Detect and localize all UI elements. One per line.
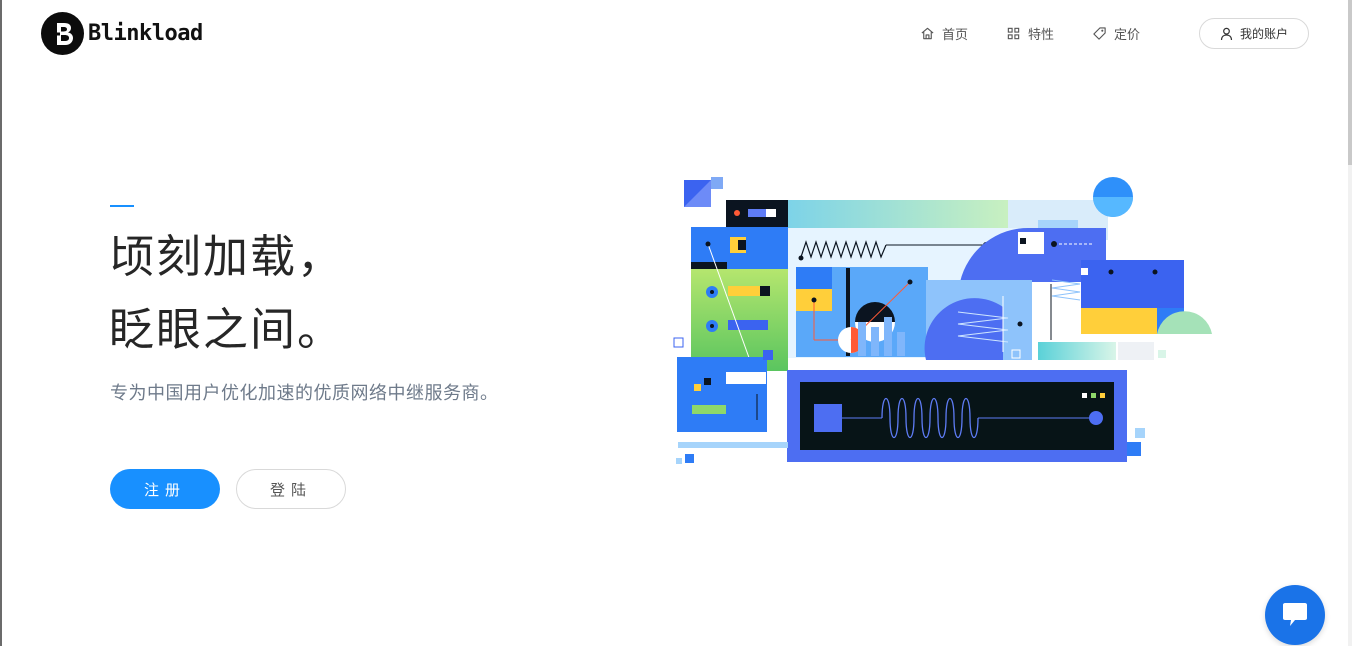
account-button-label: 我的账户 [1239, 27, 1288, 41]
chat-button[interactable] [1265, 585, 1325, 645]
grid-icon [1007, 27, 1020, 39]
nav-features[interactable]: 特性 [1006, 18, 1054, 48]
logo-mark-icon [41, 12, 84, 55]
nav-home[interactable]: 首页 [920, 18, 968, 48]
hero-title-line-1: 顷刻加载， [109, 230, 345, 283]
chat-bubble-icon [1283, 603, 1307, 626]
nav-pricing-label: 定价 [1114, 27, 1141, 43]
nav-pricing[interactable]: 定价 [1092, 18, 1140, 48]
main-nav: 首页 特性 定价 我的账户 [920, 18, 1309, 49]
nav-home-label: 首页 [942, 27, 969, 43]
hero-accent-line [110, 205, 134, 207]
hero-illustration [668, 172, 1220, 472]
logo-text: Blinkload [88, 21, 203, 46]
home-icon [921, 27, 934, 39]
window-left-border [0, 0, 2, 646]
scrollbar-track[interactable] [1348, 0, 1352, 646]
user-icon [1220, 27, 1233, 40]
nav-features-label: 特性 [1028, 27, 1055, 43]
hero-title-line-2: 眨眼之间。 [109, 303, 345, 356]
account-button[interactable]: 我的账户 [1199, 18, 1309, 49]
logo[interactable]: Blinkload [41, 12, 203, 55]
hero-subtitle: 专为中国用户优化加速的优质网络中继服务商。 [110, 383, 499, 404]
login-button[interactable]: 登陆 [236, 469, 346, 509]
register-button[interactable]: 注册 [110, 469, 220, 509]
site-header: Blinkload 首页 特性 定价 我的账户 [0, 0, 1352, 66]
tag-icon [1093, 26, 1106, 40]
